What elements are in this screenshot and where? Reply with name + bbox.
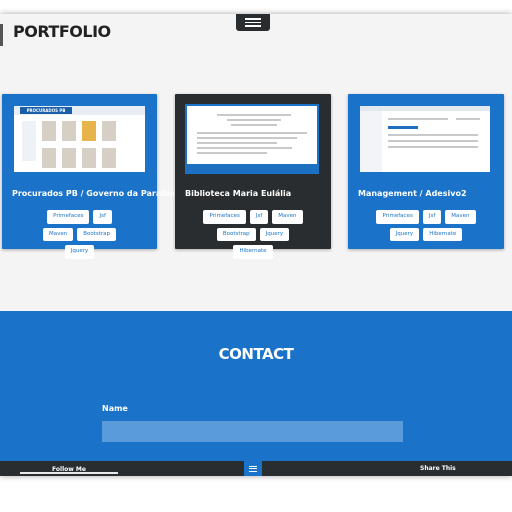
tag: Jquery bbox=[259, 227, 290, 241]
tag-list: Primefaces Jsf Maven Bootstrap Jquery bbox=[2, 210, 157, 259]
tag: Jquery bbox=[64, 245, 95, 259]
project-name: Biblioteca Maria Eulália bbox=[185, 189, 292, 198]
portfolio-title: PORTFOLIO bbox=[13, 22, 111, 41]
tag: Maven bbox=[445, 210, 476, 224]
follow-me-button[interactable]: Follow Me bbox=[20, 463, 118, 476]
name-input[interactable] bbox=[102, 421, 403, 442]
tag: Jquery bbox=[389, 227, 420, 241]
tag: Primefaces bbox=[47, 210, 90, 224]
page-frame: PORTFOLIO PROCURADOS PB Procurados PB / … bbox=[0, 14, 512, 476]
tag: Maven bbox=[272, 210, 303, 224]
tag: Maven bbox=[42, 227, 74, 241]
project-name: Management / Adesivo2 bbox=[358, 189, 467, 198]
tag: Hibernate bbox=[233, 245, 273, 259]
contact-section: CONTACT Name bbox=[0, 311, 512, 461]
project-name: Procurados PB / Governo da Paraiba bbox=[12, 189, 176, 198]
tag-list: Primefaces Jsf Maven Jquery Hibernate bbox=[348, 210, 504, 241]
footer-bar: Follow Me Share This bbox=[0, 461, 512, 476]
title-accent-bar bbox=[0, 24, 3, 46]
portfolio-card-biblioteca[interactable]: Biblioteca Maria Eulália Primefaces Jsf … bbox=[175, 94, 331, 259]
tag-list: Primefaces Jsf Maven Bootstrap Jquery Hi… bbox=[175, 210, 331, 259]
tag: Bootstrap bbox=[77, 227, 117, 241]
hamburger-icon[interactable] bbox=[236, 14, 270, 31]
tag: Primefaces bbox=[203, 210, 246, 224]
project-thumbnail[interactable] bbox=[358, 104, 492, 174]
tag: Primefaces bbox=[376, 210, 419, 224]
project-thumbnail[interactable]: PROCURADOS PB bbox=[12, 104, 147, 174]
tag: Bootstrap bbox=[216, 227, 256, 241]
share-this-button[interactable]: Share This bbox=[420, 465, 456, 472]
project-logo: PROCURADOS PB bbox=[20, 107, 72, 114]
tag: Hibernate bbox=[423, 227, 463, 241]
hamburger-icon[interactable] bbox=[244, 461, 262, 476]
portfolio-card-management[interactable]: Management / Adesivo2 Primefaces Jsf Mav… bbox=[348, 94, 504, 249]
follow-me-strip bbox=[20, 472, 118, 474]
tag: Jsf bbox=[93, 210, 112, 224]
name-label: Name bbox=[102, 404, 128, 413]
tag: Jsf bbox=[422, 210, 442, 224]
tag: Jsf bbox=[249, 210, 269, 224]
contact-title: CONTACT bbox=[218, 345, 294, 363]
project-thumbnail[interactable] bbox=[185, 104, 319, 174]
portfolio-card-procurados[interactable]: PROCURADOS PB Procurados PB / Governo da… bbox=[2, 94, 175, 259]
